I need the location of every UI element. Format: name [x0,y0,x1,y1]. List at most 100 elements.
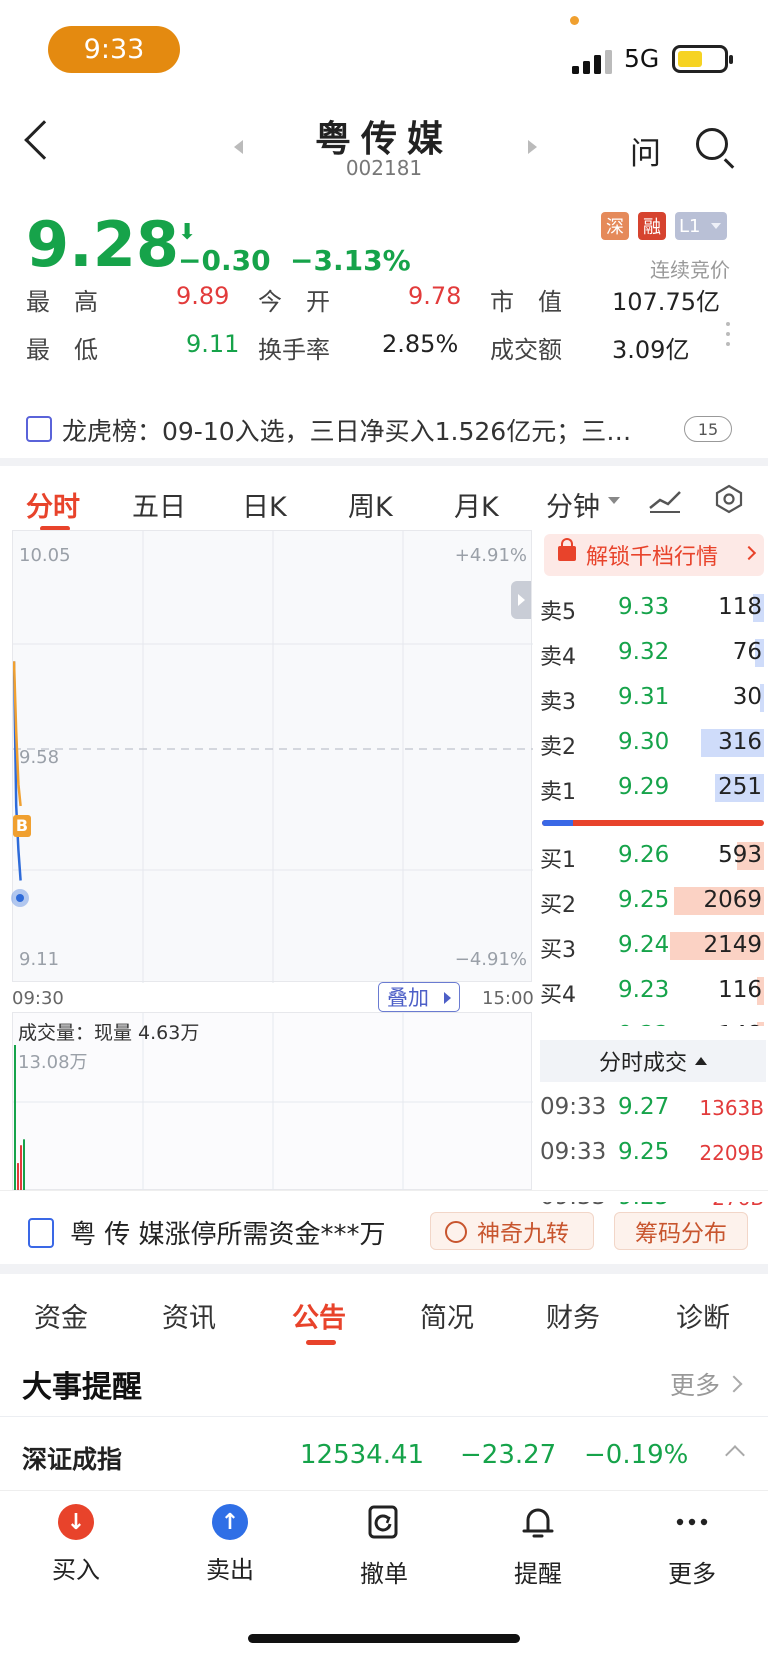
intraday-chart[interactable]: 10.05 +4.91% 9.58 9.11 −4.91% B [11,530,533,983]
cellular-signal-icon [572,50,612,74]
ask-level-label: 卖2 [540,735,576,760]
bid-level-row[interactable]: 买4 9.23 116 [540,973,764,1009]
volume-label[interactable]: 成交量：现量 4.63万 [18,1018,199,1045]
cancel-order-label: 撤单 [360,1560,408,1588]
bid-level-qty: 593 [718,842,762,868]
bid-level-row[interactable]: 买3 9.24 2149 [540,928,764,964]
bid-level-row[interactable]: 买2 9.25 2069 [540,883,764,919]
y-axis-top-pct: +4.91% [454,545,527,566]
tab-daily-k[interactable]: 日K [242,485,287,524]
tab-funds[interactable]: 资金 [34,1296,88,1335]
more-button[interactable]: 更多 [642,1504,742,1589]
buy-marker-b[interactable]: B [13,815,31,837]
turnover-value: 2.85% [382,330,459,358]
stock-code: 002181 [345,156,423,180]
ask-button[interactable]: 问 [630,128,661,173]
ask-level-row[interactable]: 卖3 9.31 30 [540,680,764,716]
unlock-label: 解锁千档行情 [586,545,719,570]
chip-distribution-button[interactable]: 筹码分布 [614,1212,748,1250]
low-value: 9.11 [186,330,240,358]
banner-count-badge[interactable]: 15 [684,416,732,442]
tab-financials[interactable]: 财务 [546,1296,600,1335]
ask-level-price: 9.30 [618,729,670,755]
ask-level-label: 卖3 [540,690,576,715]
tick-price: 9.25 [618,1139,670,1165]
bid-level-label: 买3 [540,938,576,963]
tab-weekly-k[interactable]: 周K [348,485,393,524]
back-icon[interactable] [24,120,64,160]
lock-icon [558,538,576,561]
alert-button[interactable]: 提醒 [488,1504,588,1589]
tick-list-fade [540,1186,768,1202]
chevron-up-icon [695,1057,707,1065]
tag-level1-label: L1 [679,215,701,237]
buy-button[interactable]: ↓ 买入 [26,1504,126,1585]
y-axis-top: 10.05 [19,545,71,566]
intraday-chart-svg [13,531,533,983]
volume-bar [17,1163,19,1191]
cancel-order-button[interactable]: 撤单 [334,1504,434,1589]
tick-row: 09:33 9.27 1363B [540,1094,766,1130]
magic-nine-button[interactable]: 神奇九转 [430,1212,594,1250]
dragon-tiger-banner[interactable]: 龙虎榜：09-10入选，三日净买入1.526亿元；三… [62,412,662,448]
ask-level-qty: 30 [732,684,762,710]
unlock-depth-button[interactable]: 解锁千档行情 [544,534,764,576]
current-price: 9.28 [26,208,179,281]
change-value: −0.30 [178,244,271,277]
ask-level-row[interactable]: 卖2 9.30 316 [540,725,764,761]
indicator-line-icon[interactable] [648,488,682,514]
ask-level-row[interactable]: 卖5 9.33 118 [540,590,764,626]
bid-level-price: 9.24 [618,932,670,958]
tick-time: 09:33 [540,1094,607,1120]
tab-news[interactable]: 资讯 [162,1296,216,1335]
volume-bar [23,1139,25,1191]
ask-level-price: 9.32 [618,639,670,665]
sell-button[interactable]: ↑ 卖出 [180,1504,280,1585]
ask-level-qty: 118 [718,594,762,620]
ticks-header[interactable]: 分时成交 [540,1040,766,1082]
volume-bar [20,1145,22,1191]
ask-level-qty: 76 [732,639,762,665]
index-change-pct: −0.19% [584,1440,689,1470]
tag-level1[interactable]: L1 [675,212,727,240]
search-icon[interactable] [696,128,728,160]
tab-profile[interactable]: 简况 [420,1296,474,1335]
ask-level-label: 卖1 [540,780,576,805]
ask-level-row[interactable]: 卖4 9.32 76 [540,635,764,671]
change-percent: −3.13% [290,244,411,277]
events-more-link[interactable]: 更多 [670,1366,720,1402]
tab-diagnosis[interactable]: 诊断 [676,1296,730,1335]
ask-level-row[interactable]: 卖1 9.29 251 [540,770,764,806]
divider [0,1190,768,1191]
tab-monthly-k[interactable]: 月K [454,485,499,524]
tab-intraday[interactable]: 分时 [26,485,80,524]
overlay-button[interactable]: 叠加 [378,982,460,1012]
prev-stock-icon[interactable] [234,140,243,154]
more-stats-icon[interactable] [726,322,730,352]
settings-hex-icon[interactable] [714,484,744,514]
auction-status: 连续竞价 [650,258,730,282]
chevron-down-icon [608,497,620,504]
market-cap-label: 市 值 [490,288,562,316]
next-stock-icon[interactable] [528,140,537,154]
chart-side-toggle[interactable] [511,581,531,619]
y-axis-bottom-pct: −4.91% [454,949,527,970]
tick-price: 9.27 [618,1094,670,1120]
buy-label: 买入 [52,1556,100,1584]
bid-level-row[interactable]: 买1 9.26 593 [540,838,764,874]
ask-level-price: 9.31 [618,684,670,710]
trend-chart-icon [26,416,52,442]
tab-minute[interactable]: 分钟 [546,485,600,524]
tab-five-day[interactable]: 五日 [132,485,186,524]
high-value: 9.89 [176,282,230,310]
bell-icon [522,1508,554,1538]
ask-level-label: 卖4 [540,645,576,670]
section-divider [0,458,768,466]
open-value: 9.78 [408,282,462,310]
limit-up-fund-text[interactable]: 粤 传 媒涨停所需资金***万 [70,1214,386,1251]
tab-announcements[interactable]: 公告 [292,1296,346,1335]
index-change: −23.27 [460,1440,557,1470]
ask-level-price: 9.29 [618,774,670,800]
bid-level-label: 买4 [540,983,576,1008]
status-time: 9:33 [48,26,180,73]
